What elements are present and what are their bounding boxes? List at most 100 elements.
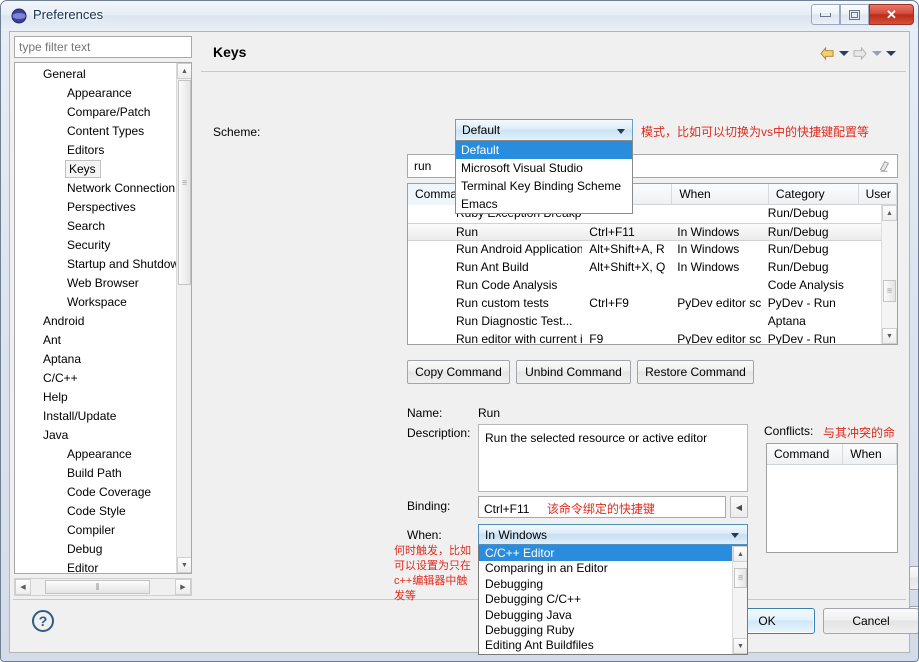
when-option-2[interactable]: Debugging <box>479 577 732 592</box>
sidebar-vertical-scrollbar[interactable]: ▲ ▼ <box>176 63 191 573</box>
name-value: Run <box>478 406 501 420</box>
scheme-combo[interactable]: Default <box>455 119 633 141</box>
sidebar-horizontal-scrollbar[interactable]: ◀ ▶ <box>14 578 192 596</box>
keys-column-header-category[interactable]: Category <box>769 184 859 205</box>
cell-category: Aptana <box>767 314 806 328</box>
sidebar-filter-input[interactable] <box>14 36 192 58</box>
restore-command-button[interactable]: Restore Command <box>637 360 754 384</box>
scheme-dropdown-list[interactable]: Default Microsoft Visual Studio Terminal K… <box>455 140 633 214</box>
conflicts-table[interactable]: Command When <box>766 443 898 553</box>
sidebar-item-debug[interactable]: Debug <box>15 540 176 559</box>
sidebar-item-install-update[interactable]: Install/Update <box>15 407 176 426</box>
hscrollbar-thumb[interactable] <box>45 580 150 594</box>
back-arrow-icon[interactable] <box>820 47 835 60</box>
sidebar-item-content-types[interactable]: Content Types <box>15 122 176 141</box>
filters-button[interactable]: Filters... <box>909 566 918 590</box>
scheme-option-2[interactable]: Terminal Key Binding Scheme <box>456 177 632 195</box>
eraser-icon[interactable] <box>877 159 891 173</box>
cell-user <box>845 205 881 223</box>
maximize-button[interactable] <box>840 4 869 25</box>
table-row[interactable]: Run Code Analysis Code Analysis <box>408 277 881 295</box>
when-combo[interactable]: In Windows <box>478 524 748 545</box>
scroll-up-icon[interactable]: ▲ <box>733 546 747 562</box>
sidebar-item-web-browser[interactable]: Web Browser <box>15 274 176 293</box>
pane-divider[interactable] <box>196 36 200 596</box>
scheme-option-3[interactable]: Emacs <box>456 195 632 213</box>
scroll-right-icon[interactable]: ▶ <box>175 579 191 595</box>
sidebar-item-editors[interactable]: Editors <box>15 141 176 160</box>
sidebar-item-keys[interactable]: Keys <box>65 160 101 178</box>
sidebar-item-workspace[interactable]: Workspace <box>15 293 176 312</box>
sidebar-item-code-style[interactable]: Code Style <box>15 502 176 521</box>
scroll-left-icon[interactable]: ◀ <box>15 579 31 595</box>
sidebar-item-appearance[interactable]: Appearance <box>15 445 176 464</box>
dialog-body: GeneralAppearanceCompare/PatchContent Ty… <box>9 31 918 655</box>
scroll-down-icon[interactable]: ▼ <box>733 638 747 654</box>
when-option-0[interactable]: C/C++ Editor <box>479 546 732 562</box>
cell-when: PyDev editor scope <box>677 296 761 310</box>
cancel-button[interactable]: Cancel <box>823 608 918 634</box>
minimize-button[interactable] <box>811 4 840 25</box>
sidebar-item-c-c-[interactable]: C/C++ <box>15 369 176 388</box>
table-row[interactable]: Run custom tests Ctrl+F9 PyDev editor scop… <box>408 295 881 313</box>
table-row[interactable]: Run Ctrl+F11 In Windows Run/Debug <box>408 223 881 241</box>
preferences-sidebar: GeneralAppearanceCompare/PatchContent Ty… <box>14 36 194 596</box>
conflicts-column-header-when[interactable]: When <box>843 444 897 465</box>
sidebar-item-general[interactable]: General <box>15 65 176 84</box>
table-row[interactable]: Run Ant Build Alt+Shift+X, Q In Windows Run… <box>408 259 881 277</box>
sidebar-item-android[interactable]: Android <box>15 312 176 331</box>
scrollbar-thumb[interactable] <box>883 280 896 302</box>
when-option-5[interactable]: Debugging Ruby <box>479 623 732 638</box>
close-button[interactable]: ✕ <box>869 4 914 25</box>
table-row[interactable]: Run editor with current interpreter F9 PyD… <box>408 331 881 344</box>
when-dropdown-list[interactable]: C/C++ Editor Comparing in an Editor Debugg… <box>478 545 748 655</box>
keys-column-header-user[interactable]: User <box>859 184 897 205</box>
scroll-up-icon[interactable]: ▲ <box>882 205 897 221</box>
forward-arrow-icon[interactable] <box>853 47 868 60</box>
sidebar-item-search[interactable]: Search <box>15 217 176 236</box>
sidebar-item-perspectives[interactable]: Perspectives <box>15 198 176 217</box>
back-dropdown-icon[interactable] <box>839 51 849 56</box>
sidebar-item-ant[interactable]: Ant <box>15 331 176 350</box>
scrollbar-thumb[interactable] <box>178 80 191 285</box>
chevron-down-icon <box>617 129 625 134</box>
when-option-1[interactable]: Comparing in an Editor <box>479 561 732 576</box>
unbind-command-button[interactable]: Unbind Command <box>516 360 631 384</box>
when-option-3[interactable]: Debugging C/C++ <box>479 592 732 607</box>
when-option-6[interactable]: Editing Ant Buildfiles <box>479 638 732 653</box>
conflicts-column-header-command[interactable]: Command <box>767 444 844 465</box>
scheme-label: Scheme: <box>213 125 261 139</box>
keys-table-scrollbar[interactable]: ▲ ▼ <box>881 205 897 344</box>
copy-command-button[interactable]: Copy Command <box>407 360 510 384</box>
cell-binding <box>582 277 670 295</box>
binding-input[interactable]: Ctrl+F11 该命令绑定的快捷键 <box>478 496 726 518</box>
when-option-4[interactable]: Debugging Java <box>479 608 732 623</box>
scroll-down-icon[interactable]: ▼ <box>177 557 191 573</box>
scroll-down-icon[interactable]: ▼ <box>882 328 897 344</box>
sidebar-item-compiler[interactable]: Compiler <box>15 521 176 540</box>
forward-dropdown-icon[interactable] <box>872 51 882 56</box>
binding-side-button[interactable]: ◀ <box>730 496 748 518</box>
keys-column-header-when[interactable]: When <box>672 184 769 205</box>
sidebar-item-build-path[interactable]: Build Path <box>15 464 176 483</box>
sidebar-item-network-connection[interactable]: Network Connection <box>15 179 176 198</box>
help-icon[interactable]: ? <box>32 610 54 632</box>
minimize-icon <box>812 5 839 24</box>
sidebar-item-help[interactable]: Help <box>15 388 176 407</box>
when-list-scrollbar[interactable]: ▲ ▼ <box>732 546 747 654</box>
sidebar-item-code-coverage[interactable]: Code Coverage <box>15 483 176 502</box>
scheme-option-1[interactable]: Microsoft Visual Studio <box>456 159 632 177</box>
sidebar-item-security[interactable]: Security <box>15 236 176 255</box>
scroll-up-icon[interactable]: ▲ <box>177 63 191 79</box>
table-row[interactable]: Run Diagnostic Test... Aptana <box>408 313 881 331</box>
sidebar-item-compare-patch[interactable]: Compare/Patch <box>15 103 176 122</box>
scheme-option-0[interactable]: Default <box>456 141 632 159</box>
sidebar-item-editor[interactable]: Editor <box>15 559 176 573</box>
scrollbar-thumb[interactable] <box>734 568 747 588</box>
table-row[interactable]: Run Android Application Alt+Shift+A, R In … <box>408 241 881 259</box>
sidebar-item-appearance[interactable]: Appearance <box>15 84 176 103</box>
view-menu-icon[interactable] <box>886 51 896 56</box>
sidebar-item-aptana[interactable]: Aptana <box>15 350 176 369</box>
sidebar-item-java[interactable]: Java <box>15 426 176 445</box>
sidebar-item-startup-and-shutdow[interactable]: Startup and Shutdow <box>15 255 176 274</box>
